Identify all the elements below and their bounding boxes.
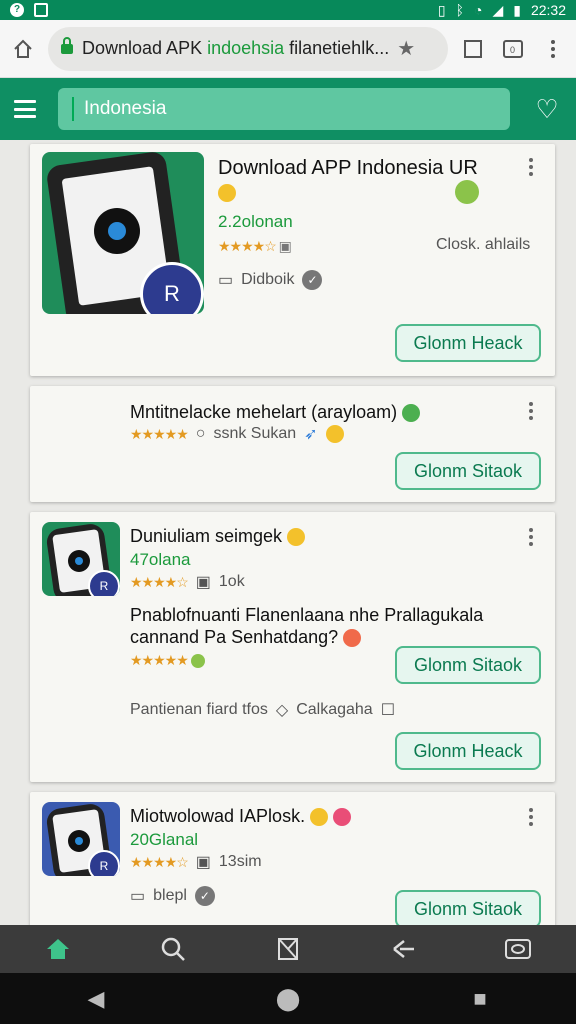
app-card[interactable]: R Download APP Indonesia UR 2.2olonan ★★…	[30, 144, 555, 376]
favorite-heart-icon[interactable]: ♡	[532, 94, 562, 125]
lock-icon	[60, 37, 74, 60]
bottom-navigation	[0, 925, 576, 973]
app-card[interactable]: R Duniuliam seimgek 47olana ★★★★☆ ▣ 1ok …	[30, 512, 555, 782]
install-button[interactable]: Glonm Sitaok	[395, 890, 541, 925]
wifi-icon: ◔	[473, 2, 483, 18]
tabs-count-icon[interactable]: 0	[498, 34, 528, 64]
app-list: R Download APP Indonesia UR 2.2olonan ★★…	[0, 140, 576, 925]
download-icon: ▣	[195, 574, 211, 591]
tab-square-icon[interactable]	[458, 34, 488, 64]
app-tags: Pantienan fiard tfos ◇ Calkagaha ☐	[130, 701, 396, 719]
address-bar[interactable]: Download APK indoehsia filanetiehlk... ★	[48, 26, 448, 71]
search-value: Indonesia	[84, 98, 167, 119]
app-title: Duniuliam seimgek	[130, 524, 306, 548]
rating-stars: ★★★★☆ ▣	[218, 238, 292, 254]
card-menu-icon[interactable]	[529, 402, 533, 420]
app-title: Download APP Indonesia UR	[218, 156, 478, 204]
emoji-icon	[287, 528, 306, 547]
emoji-icon	[218, 183, 236, 202]
emoji-icon	[310, 808, 329, 827]
back-icon[interactable]: ◀	[81, 986, 111, 1012]
verified-icon: ✓	[302, 270, 323, 290]
browser-toolbar: Download APK indoehsia filanetiehlk... ★…	[0, 20, 576, 78]
clock-icon: ○	[195, 425, 206, 442]
home-icon[interactable]	[43, 934, 73, 964]
app-subtitle: 2.2olonan	[218, 212, 293, 231]
emoji-icon	[333, 808, 352, 827]
image-icon	[34, 3, 48, 17]
emoji-icon	[343, 629, 362, 648]
app-card[interactable]: Mntitnelacke mehelart (arayloam) ★★★★★ ○…	[30, 386, 555, 502]
developer-icon: ▭	[218, 272, 234, 289]
app-header: Indonesia ♡	[0, 78, 576, 140]
bluetooth-icon: ᛒ	[455, 2, 464, 18]
app-icon: R	[42, 522, 120, 596]
svg-text:0: 0	[510, 45, 515, 55]
card-menu-icon[interactable]	[529, 528, 533, 546]
app-description: Pnablofnuanti Flanenlaana nhe Prallaguka…	[130, 605, 484, 648]
url-text: Download APK indoehsia filanetiehlk...	[82, 38, 390, 58]
leaf-icon: ➶	[304, 426, 318, 443]
search-icon[interactable]	[158, 934, 188, 964]
bookmark-star-icon[interactable]: ★	[397, 36, 415, 61]
emoji-icon	[402, 404, 421, 423]
account-icon[interactable]	[503, 934, 533, 964]
download-icon: ▣	[195, 854, 211, 871]
signal-icon: ◢	[492, 1, 504, 18]
search-input[interactable]: Indonesia	[58, 88, 510, 130]
tag-icon: ◇	[275, 702, 289, 719]
recents-icon[interactable]: ■	[465, 986, 495, 1012]
app-title: Miotwolowad IAPlosk.	[130, 804, 352, 828]
app-rating-info: ★★★★☆ ▣ 1ok	[130, 573, 245, 591]
vibrate-icon: ▯	[437, 1, 446, 18]
app-title: Mntitnelacke mehelart (arayloam)	[130, 400, 490, 424]
apps-icon[interactable]	[273, 934, 303, 964]
text-cursor	[72, 97, 74, 121]
status-bar: ? ▯ ᛒ ◔ ◢ ▮ 22:32	[0, 0, 576, 20]
app-rating-info: ★★★★★ ○ ssnk Sukan ➶	[130, 424, 344, 444]
emoji-icon	[190, 654, 205, 669]
emoji-icon	[455, 180, 479, 204]
app-icon: R	[42, 802, 120, 876]
browser-menu-icon[interactable]	[538, 34, 568, 64]
clock-time: 22:32	[530, 2, 566, 18]
rating-stars: ★★★★★	[130, 652, 205, 669]
inbox-icon: ☐	[380, 702, 396, 719]
emoji-icon	[325, 425, 344, 443]
app-info: Closk. ahlails	[436, 236, 531, 253]
home-icon[interactable]	[8, 34, 38, 64]
help-icon: ?	[10, 3, 24, 17]
install-button[interactable]: Glonm Heack	[395, 732, 541, 770]
install-button[interactable]: Glonm Heack	[395, 324, 541, 362]
install-button[interactable]: Glonm Sitaok	[395, 452, 541, 490]
app-subtitle: 20Glanal	[130, 830, 199, 849]
app-developer: ▭ Didboik ✓	[218, 270, 323, 290]
verified-icon: ✓	[194, 886, 215, 906]
share-icon[interactable]	[388, 934, 418, 964]
hamburger-menu-icon[interactable]	[14, 100, 36, 118]
app-rating-info: ★★★★☆ ▣ 13sim	[130, 853, 262, 871]
app-subtitle: 47olana	[130, 550, 191, 569]
home-circle-icon[interactable]: ⬤	[273, 986, 303, 1012]
install-button[interactable]: Glonm Sitaok	[395, 646, 541, 684]
app-card[interactable]: R Miotwolowad IAPlosk. 20Glanal ★★★★☆ ▣ …	[30, 792, 555, 925]
system-navigation: ◀ ⬤ ■	[0, 973, 576, 1024]
app-icon: R	[42, 152, 204, 314]
card-menu-icon[interactable]	[529, 158, 533, 176]
developer-icon: ▭	[130, 888, 146, 905]
app-developer: ▭ blepl ✓	[130, 886, 215, 906]
battery-icon: ▮	[513, 1, 521, 18]
card-menu-icon[interactable]	[529, 808, 533, 826]
